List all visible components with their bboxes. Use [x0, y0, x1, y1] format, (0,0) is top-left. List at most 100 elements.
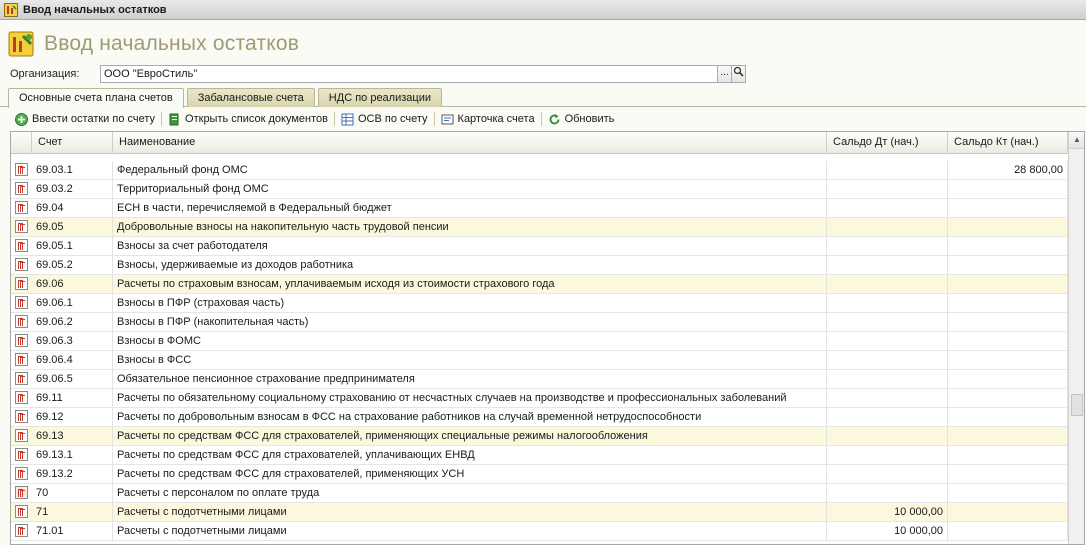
table-row[interactable]: 69.05.1 Взносы за счет работодателя	[11, 237, 1068, 256]
table-row[interactable]: 69.06.2 Взносы в ПФР (накопительная часть…	[11, 313, 1068, 332]
balance-kt	[948, 465, 1068, 484]
toolbar: Ввести остатки по счету Открыть список д…	[12, 110, 617, 128]
account-code: 69.06.4	[32, 351, 113, 370]
accounts-table[interactable]: Счет Наименование Сальдо Дт (нач.) Сальд…	[10, 131, 1085, 545]
table-row[interactable]: 69.06.5 Обязательное пенсионное страхован…	[11, 370, 1068, 389]
account-code: 69.06.2	[32, 313, 113, 332]
organization-search-button[interactable]	[731, 65, 746, 83]
account-code: 69.13.2	[32, 465, 113, 484]
balance-dt	[827, 465, 948, 484]
table-row[interactable]: 69.11 Расчеты по обязательному социальном…	[11, 389, 1068, 408]
account-code: 69.06.3	[32, 332, 113, 351]
account-card-button[interactable]: Карточка счета	[438, 110, 538, 128]
table-body: 69.03.1 Федеральный фонд ОМС 28 800,00 69.0…	[11, 161, 1068, 541]
table-row[interactable]: 71.01 Расчеты с подотчетными лицами 10 000…	[11, 522, 1068, 541]
account-name: Взносы в ПФР (накопительная часть)	[113, 313, 827, 332]
balance-kt	[948, 370, 1068, 389]
balance-kt	[948, 256, 1068, 275]
tab-off-balance[interactable]: Забалансовые счета	[186, 88, 315, 107]
organization-field[interactable]: ООО "ЕвроСтиль"	[100, 65, 718, 83]
tab-main-accounts[interactable]: Основные счета плана счетов	[8, 88, 184, 108]
account-icon-cell	[11, 522, 32, 541]
window-titlebar: Ввод начальных остатков	[0, 0, 1086, 20]
balance-kt	[948, 218, 1068, 237]
account-icon-cell	[11, 389, 32, 408]
table-row[interactable]: 69.06.4 Взносы в ФСС	[11, 351, 1068, 370]
refresh-icon	[548, 113, 561, 126]
header-balance-kt[interactable]: Сальдо Кт (нач.)	[948, 132, 1068, 154]
page-header: Ввод начальных остатков	[8, 28, 299, 60]
account-icon-cell	[11, 370, 32, 389]
account-icon	[15, 220, 28, 233]
account-code: 69.03.2	[32, 180, 113, 199]
toolbar-separator	[433, 112, 435, 126]
account-icon	[15, 486, 28, 499]
account-name: Расчеты по средствам ФСС для страховател…	[113, 446, 827, 465]
table-row[interactable]: 70 Расчеты с персоналом по оплате труда	[11, 484, 1068, 503]
balance-dt	[827, 408, 948, 427]
table-row[interactable]: 69.06.3 Взносы в ФОМС	[11, 332, 1068, 351]
balance-dt	[827, 446, 948, 465]
table-row[interactable]: 69.03.2 Территориальный фонд ОМС	[11, 180, 1068, 199]
account-code: 69.05.2	[32, 256, 113, 275]
refresh-label: Обновить	[564, 113, 615, 125]
account-icon	[15, 201, 28, 214]
balance-dt	[827, 237, 948, 256]
table-row[interactable]: 69.05.2 Взносы, удерживаемые из доходов р…	[11, 256, 1068, 275]
open-documents-button[interactable]: Открыть список документов	[165, 110, 331, 128]
account-name: Федеральный фонд ОМС	[113, 161, 827, 180]
account-icon	[15, 467, 28, 480]
balance-kt	[948, 503, 1068, 522]
account-name: Обязательное пенсионное страхование пред…	[113, 370, 827, 389]
table-row[interactable]: 71 Расчеты с подотчетными лицами 10 000,00	[11, 503, 1068, 522]
table-row[interactable]: 69.05 Добровольные взносы на накопительну…	[11, 218, 1068, 237]
account-icon	[15, 429, 28, 442]
account-icon-cell	[11, 484, 32, 503]
account-icon	[15, 334, 28, 347]
balance-kt	[948, 427, 1068, 446]
scroll-thumb[interactable]	[1071, 394, 1083, 416]
enter-balances-button[interactable]: Ввести остатки по счету	[12, 110, 158, 128]
header-account[interactable]: Счет	[32, 132, 113, 154]
balance-dt	[827, 199, 948, 218]
header-balance-dt[interactable]: Сальдо Дт (нач.)	[827, 132, 948, 154]
table-row[interactable]: 69.13.1 Расчеты по средствам ФСС для стра…	[11, 446, 1068, 465]
table-row[interactable]: 69.13.2 Расчеты по средствам ФСС для стра…	[11, 465, 1068, 484]
balance-kt: 28 800,00	[948, 161, 1068, 180]
account-name: Расчеты по обязательному социальному стр…	[113, 389, 827, 408]
account-icon	[15, 239, 28, 252]
balance-dt	[827, 389, 948, 408]
toolbar-separator	[540, 112, 542, 126]
vertical-scrollbar[interactable]: ▲	[1068, 132, 1084, 544]
tabs-bar: Основные счета плана счетов Забалансовые…	[8, 88, 445, 108]
table-row[interactable]: 69.13 Расчеты по средствам ФСС для страхо…	[11, 427, 1068, 446]
account-name: Расчеты по добровольным взносам в ФСС на…	[113, 408, 827, 427]
account-code: 69.05	[32, 218, 113, 237]
account-code: 69.06	[32, 275, 113, 294]
account-icon-cell	[11, 503, 32, 522]
balance-kt	[948, 484, 1068, 503]
table-row[interactable]: 69.04 ЕСН в части, перечисляемой в Федера…	[11, 199, 1068, 218]
balance-dt	[827, 256, 948, 275]
scroll-up-icon[interactable]: ▲	[1069, 132, 1084, 149]
balance-kt	[948, 237, 1068, 256]
balance-dt	[827, 218, 948, 237]
table-row[interactable]: 69.06 Расчеты по страховым взносам, уплач…	[11, 275, 1068, 294]
account-code: 69.13.1	[32, 446, 113, 465]
report-icon	[341, 113, 354, 126]
balance-kt	[948, 408, 1068, 427]
table-row[interactable]: 69.06.1 Взносы в ПФР (страховая часть)	[11, 294, 1068, 313]
account-icon-cell	[11, 180, 32, 199]
organization-select-button[interactable]: ...	[717, 65, 732, 83]
osv-button[interactable]: ОСВ по счету	[338, 110, 431, 128]
account-icon-cell	[11, 351, 32, 370]
header-name[interactable]: Наименование	[113, 132, 827, 154]
account-code: 70	[32, 484, 113, 503]
balance-dt	[827, 313, 948, 332]
account-name: Расчеты по страховым взносам, уплачиваем…	[113, 275, 827, 294]
table-row[interactable]: 69.03.1 Федеральный фонд ОМС 28 800,00	[11, 161, 1068, 180]
account-icon-cell	[11, 161, 32, 180]
table-row[interactable]: 69.12 Расчеты по добровольным взносам в Ф…	[11, 408, 1068, 427]
tab-vat-sales[interactable]: НДС по реализации	[317, 88, 442, 107]
refresh-button[interactable]: Обновить	[545, 110, 618, 128]
